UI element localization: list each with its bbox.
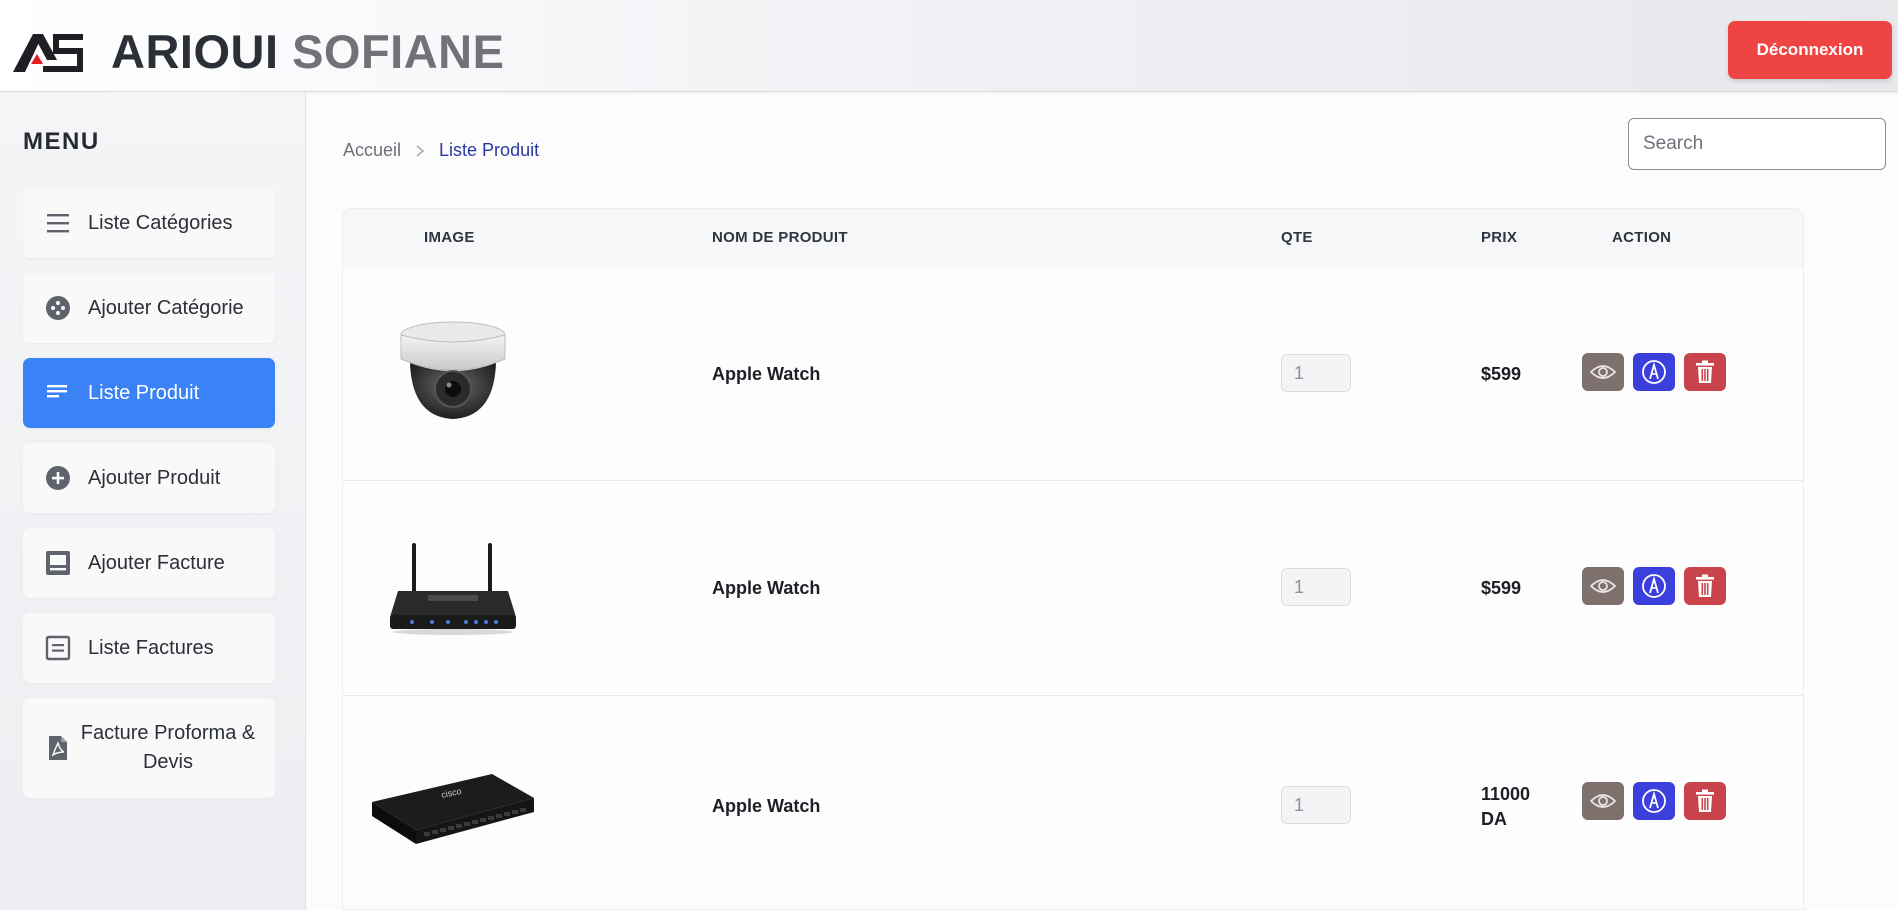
trash-icon — [1696, 789, 1714, 812]
dome-camera-image — [400, 321, 506, 419]
top-header: ARIOUI SOFIANE Déconnexion — [0, 0, 1898, 92]
sidebar-item-liste-factures[interactable]: Liste Factures — [23, 613, 275, 683]
sidebar-item-label: Liste Produit — [88, 381, 200, 404]
brand-logo — [13, 34, 83, 72]
edit-button[interactable] — [1633, 567, 1675, 605]
breadcrumb: Accueil Liste Produit — [343, 140, 539, 161]
delete-button[interactable] — [1684, 567, 1726, 605]
table-row: Apple Watch $599 — [343, 267, 1803, 481]
sidebar-item-liste-produit[interactable]: Liste Produit — [23, 358, 275, 428]
brand-name: ARIOUI SOFIANE — [111, 22, 504, 82]
view-button[interactable] — [1582, 782, 1624, 820]
column-header-price: PRIX — [1481, 229, 1518, 246]
quantity-input[interactable] — [1281, 568, 1351, 606]
pdf-file-icon — [49, 736, 67, 760]
column-header-action: ACTION — [1612, 229, 1672, 246]
menu-title: MENU — [23, 128, 100, 155]
sidebar-item-facture-proforma-devis[interactable]: Facture Proforma & Devis — [23, 698, 275, 798]
edit-button[interactable] — [1633, 353, 1675, 391]
brand-first: ARIOUI — [111, 25, 279, 78]
trash-icon — [1696, 574, 1714, 597]
search-input[interactable] — [1628, 118, 1886, 170]
column-header-image: IMAGE — [424, 229, 475, 246]
sidebar-item-ajouter-produit[interactable]: Ajouter Produit — [23, 443, 275, 513]
sidebar-item-label: Ajouter Facture — [88, 551, 225, 574]
category-icon — [46, 296, 70, 320]
view-button[interactable] — [1582, 567, 1624, 605]
quantity-input[interactable] — [1281, 354, 1351, 392]
pen-icon — [1642, 789, 1666, 813]
eye-icon — [1590, 365, 1616, 379]
column-header-qty: QTE — [1281, 229, 1313, 246]
product-table: IMAGE NOM DE PRODUIT QTE PRIX ACTION App… — [342, 208, 1804, 910]
product-name: Apple Watch — [712, 364, 821, 384]
invoice-list-icon — [45, 635, 71, 661]
list-lines-icon — [47, 214, 69, 233]
view-button[interactable] — [1582, 353, 1624, 391]
pen-icon — [1642, 574, 1666, 598]
chevron-right-icon — [416, 144, 425, 157]
product-price: $599 — [1481, 364, 1522, 384]
table-row: Apple Watch $599 — [343, 481, 1803, 696]
sidebar: MENU Liste Catégories Ajouter Catégorie … — [0, 92, 306, 910]
sidebar-item-label: Facture Proforma & Devis — [80, 722, 256, 773]
list-icon — [47, 385, 67, 398]
table-header: IMAGE NOM DE PRODUIT QTE PRIX ACTION — [343, 209, 1803, 267]
delete-button[interactable] — [1684, 782, 1726, 820]
sidebar-item-label: Liste Factures — [88, 636, 214, 659]
product-price: $599 — [1481, 578, 1522, 598]
product-name: Apple Watch — [712, 796, 821, 816]
sidebar-item-liste-categories[interactable]: Liste Catégories — [23, 188, 275, 258]
breadcrumb-current: Liste Produit — [439, 140, 540, 160]
wifi-router-image — [390, 543, 516, 635]
sidebar-item-ajouter-facture[interactable]: Ajouter Facture — [23, 528, 275, 598]
product-price: 11000 DA — [1481, 784, 1531, 829]
network-switch-image: cisco — [372, 774, 534, 844]
pen-icon — [1642, 360, 1666, 384]
trash-icon — [1696, 360, 1714, 383]
sidebar-item-label: Ajouter Produit — [88, 466, 221, 489]
delete-button[interactable] — [1684, 353, 1726, 391]
eye-icon — [1590, 579, 1616, 593]
column-header-name: NOM DE PRODUIT — [712, 229, 848, 246]
plus-circle-icon — [46, 466, 70, 490]
edit-button[interactable] — [1633, 782, 1675, 820]
eye-icon — [1590, 794, 1616, 808]
sidebar-item-ajouter-categorie[interactable]: Ajouter Catégorie — [23, 273, 275, 343]
breadcrumb-home-link[interactable]: Accueil — [343, 140, 401, 161]
sidebar-item-label: Liste Catégories — [88, 211, 233, 234]
quantity-input[interactable] — [1281, 786, 1351, 824]
table-row: cisco Apple Watch 11000 DA — [343, 696, 1803, 909]
brand-second: SOFIANE — [292, 25, 505, 78]
invoice-icon — [46, 551, 70, 575]
sidebar-item-label: Ajouter Catégorie — [88, 296, 244, 319]
logout-button[interactable]: Déconnexion — [1728, 21, 1892, 79]
product-name: Apple Watch — [712, 578, 821, 598]
